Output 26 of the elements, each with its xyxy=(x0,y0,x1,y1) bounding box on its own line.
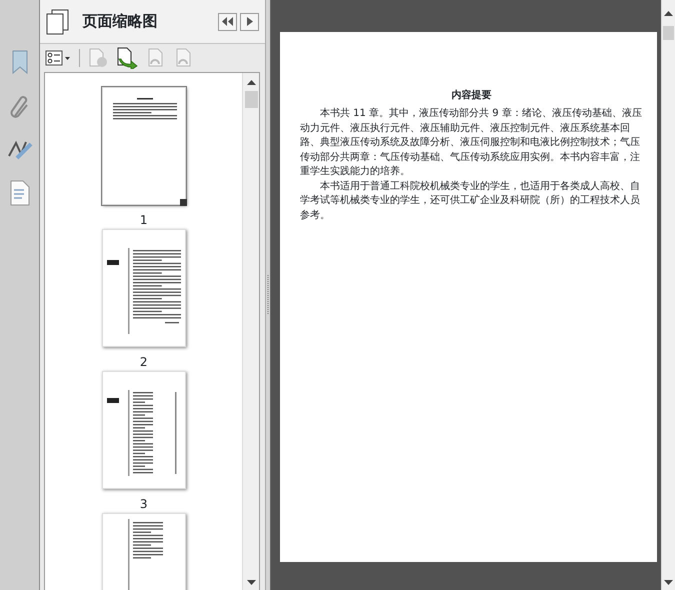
page-number: 2 xyxy=(140,354,148,371)
scrollbar-thumb[interactable] xyxy=(663,26,674,40)
document-heading: 内容提要 xyxy=(450,88,492,103)
page-thumbnail[interactable] xyxy=(102,371,186,489)
options-icon[interactable] xyxy=(45,50,72,66)
scroll-down-icon[interactable] xyxy=(664,580,673,586)
page-number: 3 xyxy=(140,496,148,513)
document-paragraph: 本书适用于普通工科院校机械类专业的学生，也适用于各类成人高校、自学考试等机械类专业的学生，还可供工矿企业及科研院（所）的工程技术人员参考。 xyxy=(300,180,641,222)
page-number: 1 xyxy=(140,212,148,229)
scroll-up-icon[interactable] xyxy=(246,79,256,85)
splitter-handle[interactable] xyxy=(265,0,271,590)
scroll-down-icon[interactable] xyxy=(246,580,256,586)
page-thumbnail[interactable] xyxy=(102,87,186,205)
collapse-panel-button[interactable] xyxy=(218,12,238,30)
page-thumbnail[interactable] xyxy=(102,229,186,347)
scrollbar-thumb[interactable] xyxy=(244,91,258,108)
right-arrow-icon xyxy=(246,17,253,26)
document-paragraph: 本书共 11 章。其中，液压传动部分共 9 章：绪论、液压传动基础、液压动力元件、液压执行元件、液压辅助元件、液压控制元件、液压系统基本回路、典型液压传动系统及故障分析、液压伺服控制和电液比例控制技术；气压传动部分共两章：气压传动基础、气压传动系统应用实例。本书内容丰富，注重学生实践能力的培养。 xyxy=(300,107,643,179)
double-left-arrow-icon xyxy=(222,17,234,26)
insert-pages-icon[interactable] xyxy=(116,47,138,69)
next-button[interactable] xyxy=(240,12,260,30)
signature-icon[interactable] xyxy=(6,140,33,160)
page-list-icon[interactable] xyxy=(10,180,30,206)
panel-title: 页面缩略图 xyxy=(82,11,158,32)
scroll-up-icon[interactable] xyxy=(664,10,673,16)
pages-icon xyxy=(46,8,70,34)
